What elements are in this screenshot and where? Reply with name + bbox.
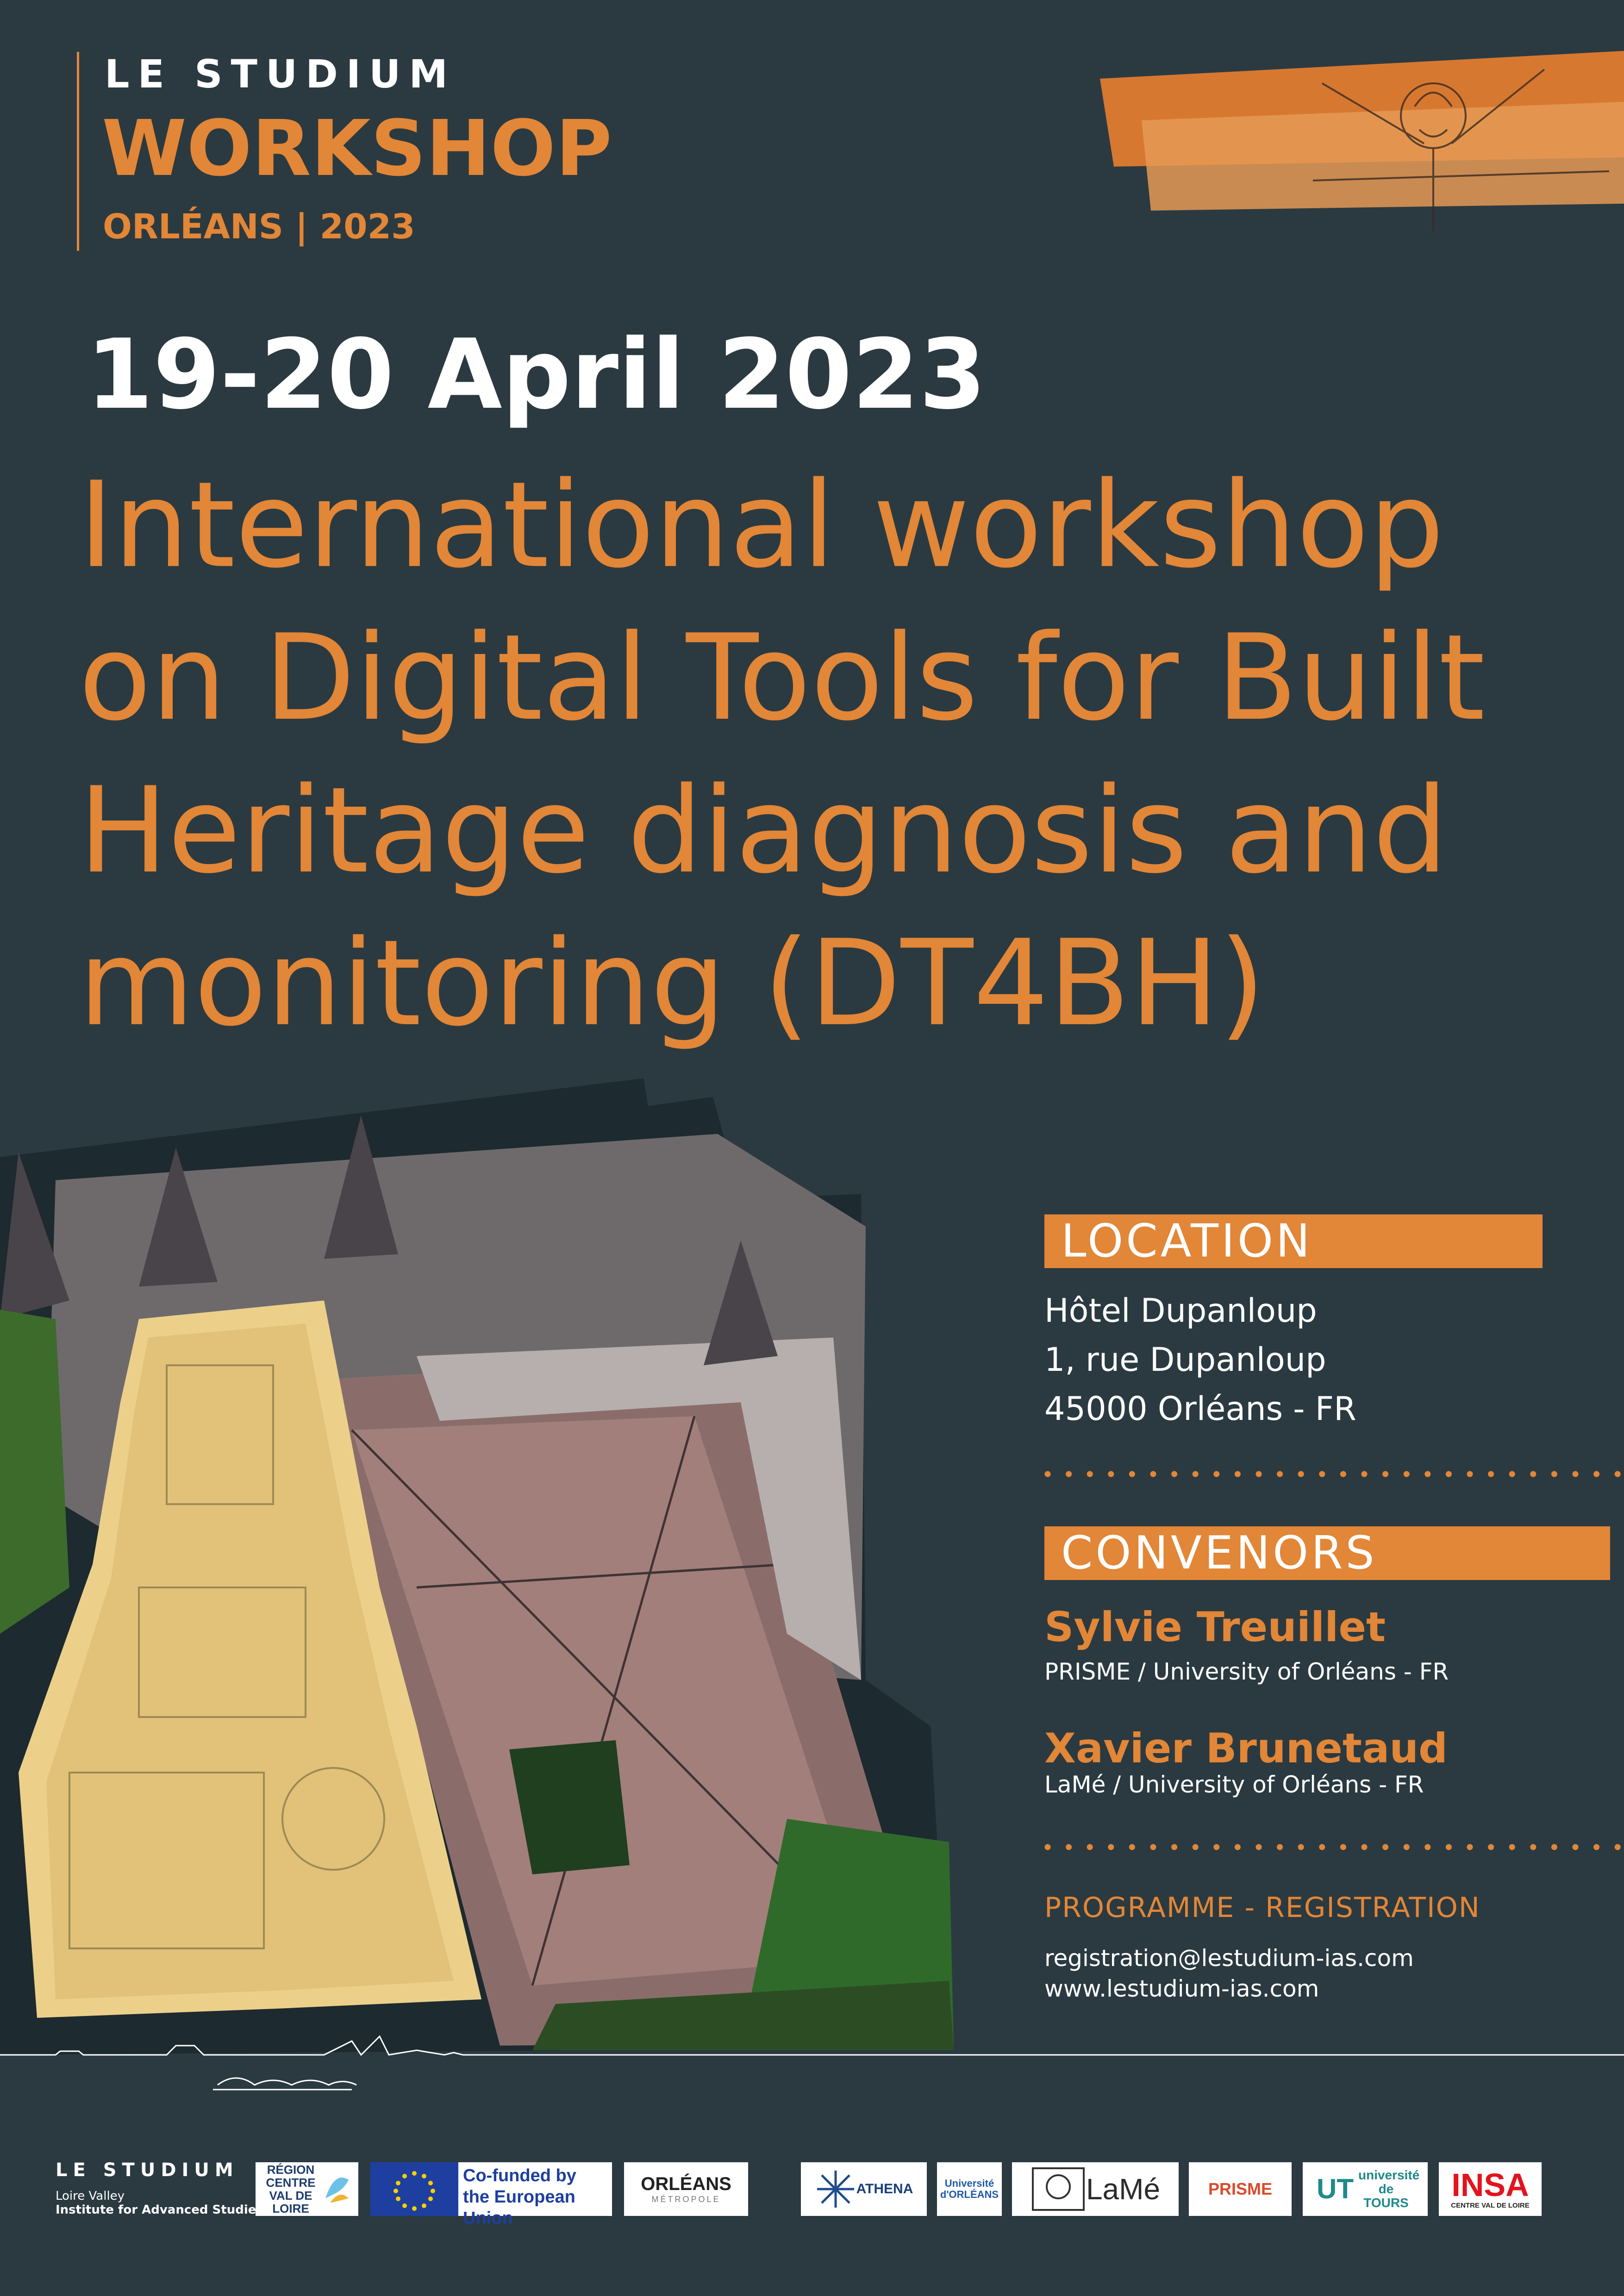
athena-logo: ATHENA xyxy=(801,2162,927,2216)
university-tours-logo: UT université de TOURS xyxy=(1303,2162,1428,2216)
lame-portrait-icon xyxy=(1031,2167,1085,2211)
insa-logo: INSA CENTRE VAL DE LOIRE xyxy=(1439,2162,1542,2216)
convenor-name: Xavier Brunetaud xyxy=(1044,1724,1448,1772)
programme-heading: PROGRAMME - REGISTRATION xyxy=(1044,1892,1480,1924)
dotted-separator xyxy=(1044,1844,1623,1850)
convenor-name: Sylvie Treuillet xyxy=(1044,1603,1386,1651)
location-line: Hôtel Dupanloup xyxy=(1044,1292,1317,1330)
lame-logo: LaMé xyxy=(1012,2162,1179,2216)
vitruvian-banner-image xyxy=(1100,51,1624,231)
brand-place-year: ORLÉANS | 2023 xyxy=(103,207,415,247)
brand-rule xyxy=(77,52,79,251)
website-link[interactable]: www.lestudium-ias.com xyxy=(1044,1974,1319,2003)
orleans-metropole-logo: ORLÉANS MÉTROPOLE xyxy=(624,2162,748,2216)
dotted-separator xyxy=(1044,1471,1623,1477)
eu-flag-icon xyxy=(370,2162,458,2216)
footer-studium-sub: Loire Valley Institute for Advanced Stud… xyxy=(56,2189,263,2217)
athena-star-icon xyxy=(817,2171,854,2208)
location-line: 1, rue Dupanloup xyxy=(1044,1341,1326,1379)
registration-email-link[interactable]: registration@lestudium-ias.com xyxy=(1044,1944,1414,1972)
skyline-divider xyxy=(0,2035,1624,2091)
convenor-affiliation: PRISME / University of Orléans - FR xyxy=(1044,1658,1449,1685)
region-centre-logo: RÉGION CENTRE VAL DE LOIRE xyxy=(256,2162,358,2216)
location-line: 45000 Orléans - FR xyxy=(1044,1390,1356,1428)
brand-name: LE STUDIUM xyxy=(105,51,456,97)
eu-cofunded-label: Co-funded by the European Union xyxy=(458,2162,612,2228)
event-title: International workshop on Digital Tools … xyxy=(79,456,1485,1052)
event-date: 19-20 April 2023 xyxy=(86,319,987,431)
convenors-heading-bar: CONVENORS xyxy=(1044,1526,1610,1580)
location-heading-bar: LOCATION xyxy=(1044,1214,1543,1268)
chateau-3d-scan-image xyxy=(0,1078,954,2055)
location-heading: LOCATION xyxy=(1061,1215,1313,1268)
prisme-logo: PRISME xyxy=(1189,2162,1292,2216)
convenor-affiliation: LaMé / University of Orléans - FR xyxy=(1044,1771,1424,1798)
brand-workshop: WORKSHOP xyxy=(102,104,612,193)
convenors-heading: CONVENORS xyxy=(1061,1527,1377,1580)
university-orleans-logo: Université d'ORLÉANS xyxy=(937,2162,1002,2216)
footer-studium-logo: LE STUDIUM xyxy=(56,2159,239,2181)
